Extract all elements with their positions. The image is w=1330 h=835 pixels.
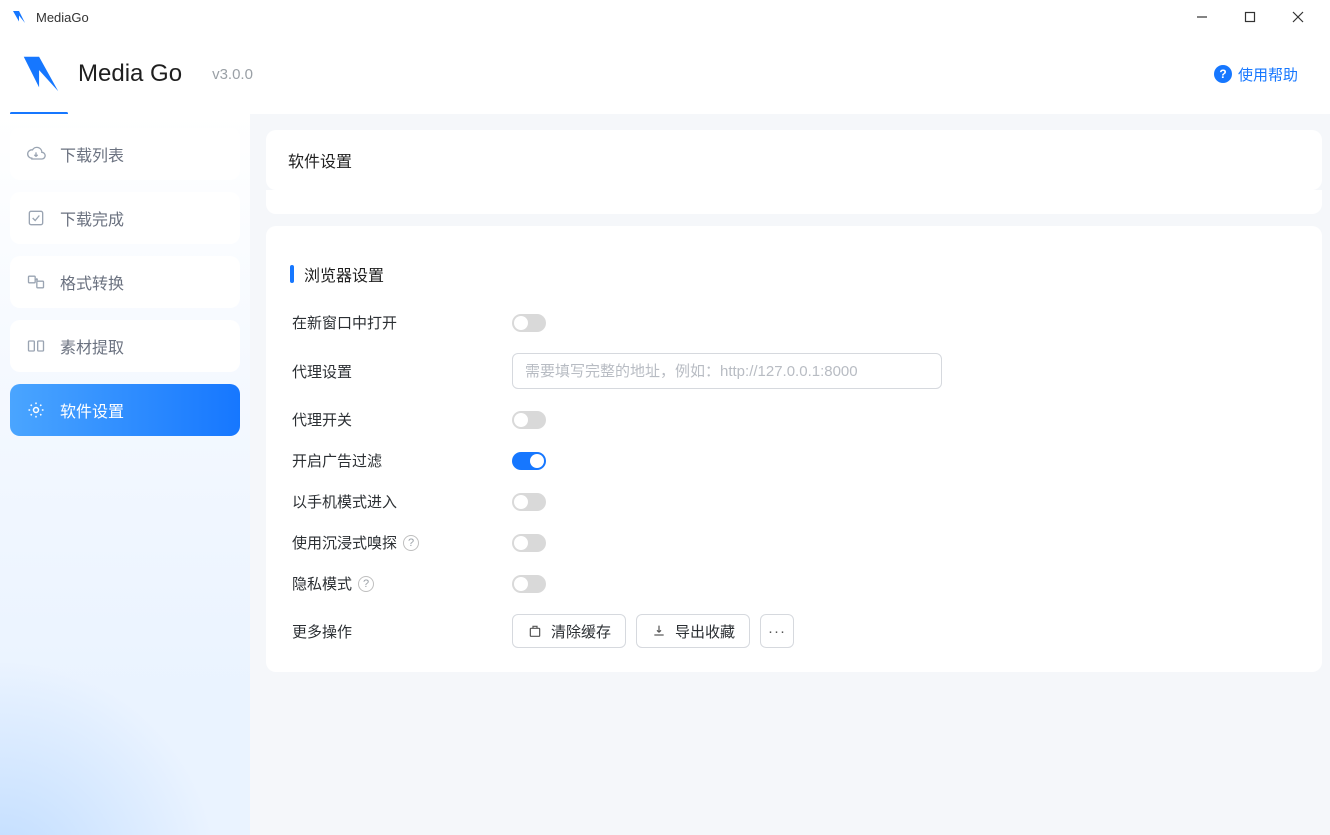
info-icon[interactable]: ?	[403, 535, 419, 551]
info-icon[interactable]: ?	[358, 576, 374, 592]
version-label: v3.0.0	[212, 66, 253, 83]
export-icon	[651, 623, 667, 639]
window-close[interactable]	[1274, 0, 1322, 34]
sidebar-item-settings[interactable]: 软件设置	[10, 384, 240, 436]
privacy-mode-toggle[interactable]	[512, 575, 546, 593]
open-new-window-label: 在新窗口中打开	[292, 312, 512, 333]
privacy-mode-label: 隐私模式 ?	[292, 573, 512, 594]
button-label: 导出收藏	[675, 621, 735, 642]
open-new-window-toggle[interactable]	[512, 314, 546, 332]
ad-filter-label: 开启广告过滤	[292, 450, 512, 471]
brand-name: Media Go	[78, 60, 182, 88]
sidebar-item-label: 软件设置	[60, 398, 124, 422]
settings-card-general: 关闭主窗口 关闭 最小化到托盘	[266, 190, 1322, 214]
proxy-switch-toggle[interactable]	[512, 411, 546, 429]
settings-scroll-area[interactable]: 关闭主窗口 关闭 最小化到托盘 浏览器设置 在新窗口中打开	[266, 190, 1330, 835]
proxy-switch-label: 代理开关	[292, 409, 512, 430]
section-bar	[290, 265, 294, 283]
convert-icon	[26, 272, 46, 292]
window-minimize[interactable]	[1178, 0, 1226, 34]
help-icon: ?	[1214, 65, 1232, 83]
sidebar-item-label: 下载列表	[60, 142, 124, 166]
app-logo	[18, 51, 64, 97]
sidebar: 下载列表 下载完成 格式转换 素材提取 软件设置	[0, 114, 250, 835]
section-title: 浏览器设置	[270, 244, 1318, 292]
header: Media Go v3.0.0 ? 使用帮助	[0, 34, 1330, 114]
settings-card-browser: 浏览器设置 在新窗口中打开 代理设置 代理开关 开启广告过滤	[266, 226, 1322, 672]
sidebar-item-extract[interactable]: 素材提取	[10, 320, 240, 372]
main-content: 软件设置 关闭主窗口 关闭 最小化到托盘 浏览器设置	[250, 114, 1330, 835]
ellipsis-icon: ···	[768, 623, 786, 640]
titlebar-app-name: MediaGo	[36, 10, 89, 25]
page-title: 软件设置	[266, 130, 1322, 190]
button-label: 清除缓存	[551, 621, 611, 642]
check-square-icon	[26, 208, 46, 228]
privacy-mode-text: 隐私模式	[292, 573, 352, 594]
immersive-sniff-toggle[interactable]	[512, 534, 546, 552]
sidebar-item-label: 格式转换	[60, 270, 124, 294]
gear-icon	[26, 400, 46, 420]
section-title-text: 浏览器设置	[304, 262, 384, 286]
proxy-settings-label: 代理设置	[292, 361, 512, 382]
sidebar-item-completed[interactable]: 下载完成	[10, 192, 240, 244]
extract-icon	[26, 336, 46, 356]
more-button[interactable]: ···	[760, 614, 794, 648]
proxy-url-input[interactable]	[512, 353, 942, 389]
immersive-sniff-label: 使用沉浸式嗅探 ?	[292, 532, 512, 553]
sidebar-item-downloads[interactable]: 下载列表	[10, 128, 240, 180]
ad-filter-toggle[interactable]	[512, 452, 546, 470]
more-actions-label: 更多操作	[292, 621, 512, 642]
titlebar: MediaGo	[0, 0, 1330, 34]
clear-icon	[527, 623, 543, 639]
mobile-mode-label: 以手机模式进入	[292, 491, 512, 512]
export-favorites-button[interactable]: 导出收藏	[636, 614, 750, 648]
help-button[interactable]: ? 使用帮助	[1200, 58, 1312, 91]
sidebar-item-convert[interactable]: 格式转换	[10, 256, 240, 308]
window-maximize[interactable]	[1226, 0, 1274, 34]
cloud-download-icon	[26, 144, 46, 164]
sidebar-item-label: 下载完成	[60, 206, 124, 230]
immersive-sniff-text: 使用沉浸式嗅探	[292, 532, 397, 553]
app-logo-small	[10, 7, 30, 27]
sidebar-item-label: 素材提取	[60, 334, 124, 358]
mobile-mode-toggle[interactable]	[512, 493, 546, 511]
clear-cache-button[interactable]: 清除缓存	[512, 614, 626, 648]
help-button-label: 使用帮助	[1238, 64, 1298, 85]
